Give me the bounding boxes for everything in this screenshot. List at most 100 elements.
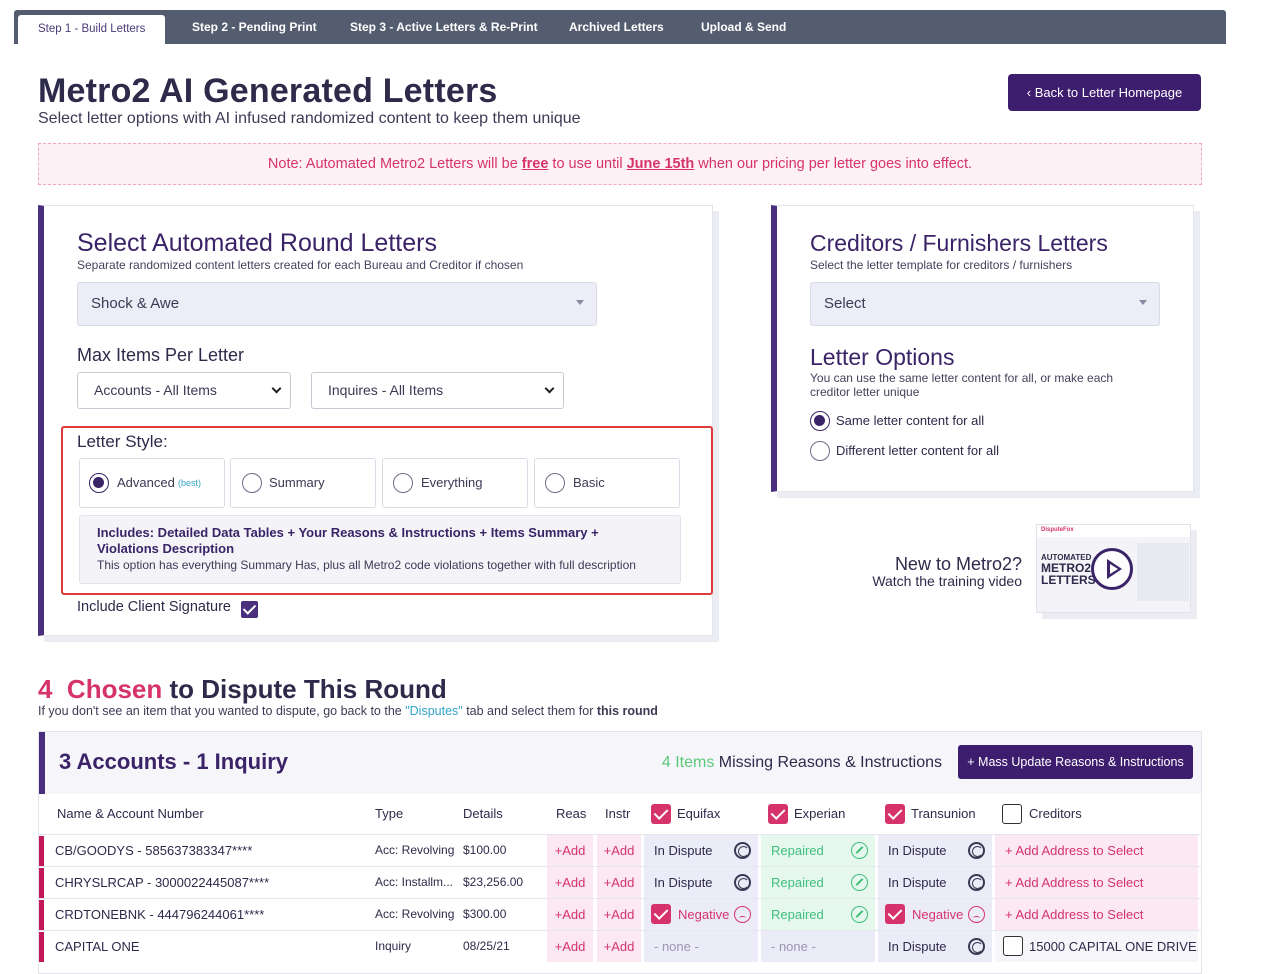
add-address-link[interactable]: + Add Address to Select: [995, 867, 1198, 898]
style-basic-label: Basic: [573, 475, 605, 490]
creditors-title: Creditors / Furnishers Letters: [810, 230, 1108, 256]
training-video-thumbnail[interactable]: DisputeFox AUTOMATED METRO2 LETTERS: [1036, 524, 1191, 613]
add-address-link[interactable]: + Add Address to Select: [995, 899, 1198, 930]
row-type: Acc: Revolving: [375, 907, 455, 921]
row-type: Inquiry: [375, 939, 412, 953]
row-type: Acc: Installm...: [375, 875, 454, 889]
transunion-status-label: In Dispute: [888, 939, 947, 954]
experian-status[interactable]: Repaired: [761, 835, 875, 866]
experian-status-label: Repaired: [771, 875, 824, 890]
note-date: June 15th: [626, 156, 695, 172]
add-reason-button[interactable]: +Add: [547, 899, 593, 930]
caret-down-icon: [576, 300, 584, 305]
tab-active-letters[interactable]: Step 3 - Active Letters & Re-Print: [350, 10, 538, 44]
table-header-bar: 3 Accounts - 1 Inquiry 4 Items Missing R…: [39, 732, 1201, 794]
row-indicator: [39, 836, 44, 866]
transunion-status[interactable]: Negative: [878, 899, 992, 930]
row-name: CB/GOODYS - 585637383347****: [55, 843, 253, 858]
row-details: $100.00: [463, 843, 507, 857]
video-line1: New to Metro2?: [894, 554, 1022, 574]
header-instr: Instr: [605, 806, 631, 821]
tab-bar: Step 1 - Build Letters Step 2 - Pending …: [14, 10, 1226, 44]
inquires-dropdown-value: Inquires - All Items: [328, 382, 444, 398]
client-signature-checkbox[interactable]: [241, 601, 258, 618]
row-details: 08/25/21: [463, 939, 510, 953]
add-instruction-button[interactable]: +Add: [597, 931, 641, 962]
transunion-status-label: In Dispute: [888, 843, 947, 858]
transunion-status[interactable]: In Dispute: [878, 835, 992, 866]
tab-build-letters[interactable]: Step 1 - Build Letters: [18, 15, 166, 44]
add-address-link[interactable]: + Add Address to Select: [995, 835, 1198, 866]
radio-different-content[interactable]: [810, 441, 830, 461]
experian-status[interactable]: Repaired: [761, 867, 875, 898]
round-letter-select[interactable]: Shock & Awe: [77, 282, 597, 326]
experian-status-label: Repaired: [771, 843, 824, 858]
thumb-line3: LETTERS: [1041, 573, 1096, 587]
transunion-status-label: In Dispute: [888, 875, 947, 890]
equifax-status[interactable]: In Dispute: [644, 835, 758, 866]
sync-icon: [968, 874, 985, 891]
play-icon: [1091, 548, 1133, 590]
round-letter-selected: Shock & Awe: [91, 295, 180, 312]
client-signature-label: Include Client Signature: [77, 599, 231, 615]
equifax-status[interactable]: Negative: [644, 899, 758, 930]
row-details: $300.00: [463, 907, 507, 921]
experian-checkbox[interactable]: [768, 804, 788, 824]
style-everything-label: Everything: [421, 475, 483, 490]
creditors-checkbox[interactable]: [1002, 804, 1022, 824]
negative-checkbox[interactable]: [885, 904, 905, 924]
note-suffix: when our pricing per letter goes into ef…: [694, 156, 973, 172]
thumb-brand: DisputeFox: [1041, 527, 1074, 533]
mass-update-button[interactable]: + Mass Update Reasons & Instructions: [958, 745, 1193, 779]
dispute-count: 4: [38, 674, 53, 704]
transunion-status[interactable]: In Dispute: [878, 867, 992, 898]
radio-selected-icon: [89, 473, 109, 493]
add-reason-button[interactable]: +Add: [547, 867, 593, 898]
max-items-label: Max Items Per Letter: [77, 345, 245, 365]
dispute-title: 4 Chosen to Dispute This Round: [38, 674, 447, 705]
tab-archived-letters[interactable]: Archived Letters: [569, 10, 664, 44]
add-reason-button[interactable]: +Add: [547, 931, 593, 962]
negative-checkbox[interactable]: [651, 904, 671, 924]
header-creditors: Creditors: [1029, 806, 1082, 821]
experian-status[interactable]: Repaired: [761, 899, 875, 930]
disputes-tab-link[interactable]: "Disputes": [405, 704, 463, 718]
inquires-dropdown[interactable]: Inquires - All Items: [311, 372, 564, 409]
style-option-everything[interactable]: Everything: [382, 458, 528, 508]
add-reason-button[interactable]: +Add: [547, 835, 593, 866]
transunion-status[interactable]: In Dispute: [878, 931, 992, 962]
style-option-basic[interactable]: Basic: [534, 458, 680, 508]
back-to-homepage-button[interactable]: ‹ Back to Letter Homepage: [1008, 74, 1201, 111]
sync-icon: [734, 842, 751, 859]
equifax-checkbox[interactable]: [651, 804, 671, 824]
chevron-left-icon: ‹: [1026, 85, 1032, 100]
radio-same-content[interactable]: [810, 411, 830, 431]
missing-text: Missing Reasons & Instructions: [714, 754, 942, 771]
style-option-advanced[interactable]: Advanced (best): [79, 458, 225, 508]
creditor-template-select[interactable]: Select: [810, 282, 1160, 326]
style-option-summary[interactable]: Summary: [230, 458, 376, 508]
style-description: Includes: Detailed Data Tables + Your Re…: [79, 515, 681, 584]
tab-upload-send[interactable]: Upload & Send: [701, 10, 786, 44]
creditor-address[interactable]: 15000 CAPITAL ONE DRIVE,...: [995, 931, 1198, 962]
tab-pending-print[interactable]: Step 2 - Pending Print: [192, 10, 317, 44]
equifax-status[interactable]: In Dispute: [644, 867, 758, 898]
sad-face-icon: [734, 906, 751, 923]
creditor-address-checkbox[interactable]: [1003, 936, 1023, 956]
transunion-checkbox[interactable]: [885, 804, 905, 824]
row-indicator: [39, 932, 44, 962]
row-indicator: [39, 868, 44, 898]
table-row: CHRYSLRCAP - 3000022445087**** Acc: Inst…: [39, 866, 1201, 898]
add-instruction-button[interactable]: +Add: [597, 867, 641, 898]
accounts-title: 3 Accounts - 1 Inquiry: [59, 749, 289, 774]
dispute-sub-prefix: If you don't see an item that you wanted…: [38, 704, 406, 718]
experian-status: - none -: [761, 931, 875, 962]
style-best-tag: (best): [178, 478, 202, 488]
row-name: CRDTONEBNK - 444796244061****: [55, 907, 265, 922]
add-instruction-button[interactable]: +Add: [597, 899, 641, 930]
add-instruction-button[interactable]: +Add: [597, 835, 641, 866]
style-includes: Includes: Detailed Data Tables + Your Re…: [97, 525, 599, 556]
header-transunion: Transunion: [911, 806, 976, 821]
accounts-dropdown[interactable]: Accounts - All Items: [77, 372, 291, 409]
header-equifax: Equifax: [677, 806, 721, 821]
